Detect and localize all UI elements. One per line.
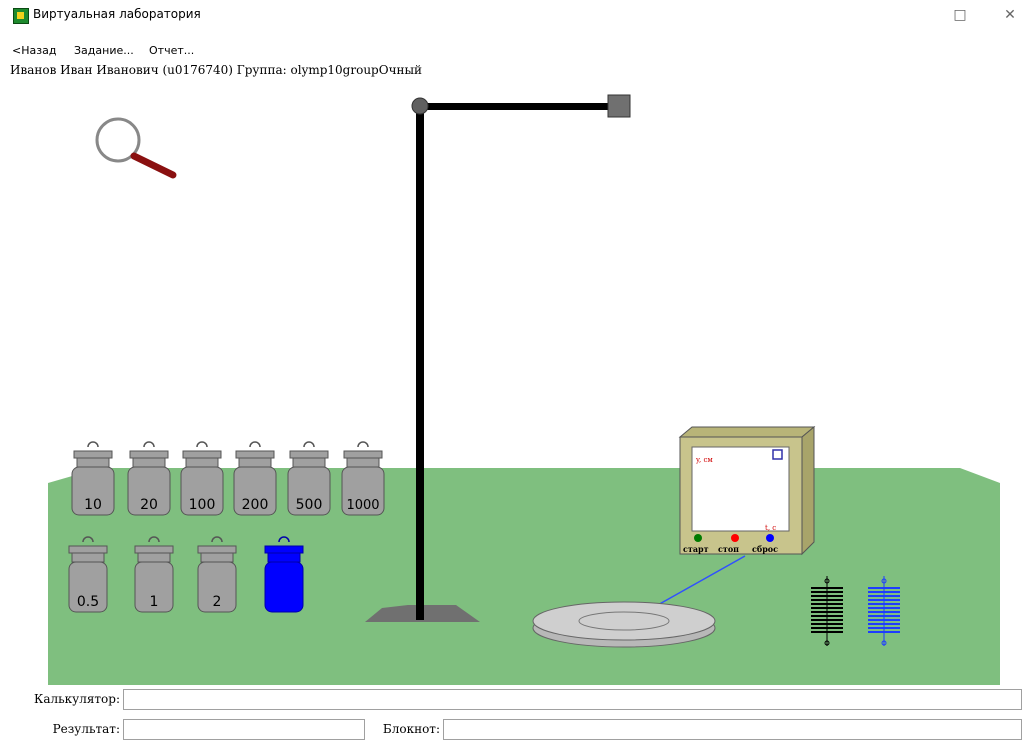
title-bar: Виртуальная лаборатория □ ✕	[0, 0, 1035, 30]
weight-200[interactable]: 200	[233, 441, 277, 516]
weight-1[interactable]: 1	[134, 536, 174, 613]
device-y-label: y, см	[695, 456, 713, 464]
notepad-input[interactable]	[443, 719, 1022, 740]
weight-label: 20	[140, 497, 158, 513]
weight-label: 100	[189, 497, 216, 513]
weight-500[interactable]: 500	[287, 441, 331, 516]
close-button[interactable]: ✕	[990, 3, 1030, 27]
weight-blue[interactable]	[264, 536, 304, 613]
window-title: Виртуальная лаборатория	[33, 7, 201, 21]
weight-label: 500	[296, 497, 323, 513]
calculator-row: Калькулятор:	[0, 689, 1035, 713]
calculator-input[interactable]	[123, 689, 1022, 710]
weight-100[interactable]: 100	[180, 441, 224, 516]
device-window-icon[interactable]	[772, 449, 783, 460]
start-button[interactable]	[694, 534, 702, 542]
weight-label: 1000	[346, 498, 379, 513]
weight-2[interactable]: 2	[197, 536, 237, 613]
result-row: Результат: Блокнот:	[0, 719, 1035, 743]
device-x-label: t, с	[765, 524, 776, 532]
weight-10[interactable]: 10	[71, 441, 115, 516]
measuring-device[interactable]: y, см t, с старт стоп сброс	[678, 425, 816, 556]
weight-label: 1	[150, 594, 159, 610]
menu-task[interactable]: Задание...	[74, 44, 134, 57]
menu-report[interactable]: Отчет...	[149, 44, 194, 57]
result-input[interactable]	[123, 719, 365, 740]
user-info: Иванов Иван Иванович (u0176740) Группа: …	[10, 63, 423, 77]
reset-label: сброс	[752, 544, 778, 554]
start-label: старт	[683, 544, 709, 554]
result-label: Результат:	[52, 722, 120, 736]
maximize-button[interactable]: □	[940, 3, 980, 27]
app-icon	[13, 8, 29, 24]
reset-button[interactable]	[766, 534, 774, 542]
stop-button[interactable]	[731, 534, 739, 542]
lab-scene: 10 20 100 200 500 1000 0.5 1 2 y, см t, …	[10, 88, 1000, 685]
weight-20[interactable]: 20	[127, 441, 171, 516]
weight-label: 10	[84, 497, 102, 513]
weight-label: 2	[213, 594, 222, 610]
menu-back[interactable]: <Назад	[12, 44, 56, 57]
magnifier-icon[interactable]	[95, 117, 177, 179]
weight-1000[interactable]: 1000	[341, 441, 385, 516]
platform-disc[interactable]	[532, 601, 716, 648]
notepad-label: Блокнот:	[382, 722, 440, 736]
weight-label: 0.5	[77, 594, 99, 610]
weight-label: 200	[242, 497, 269, 513]
calculator-label: Калькулятор:	[34, 692, 120, 706]
stop-label: стоп	[718, 544, 739, 554]
weight-0-5[interactable]: 0.5	[68, 536, 108, 613]
